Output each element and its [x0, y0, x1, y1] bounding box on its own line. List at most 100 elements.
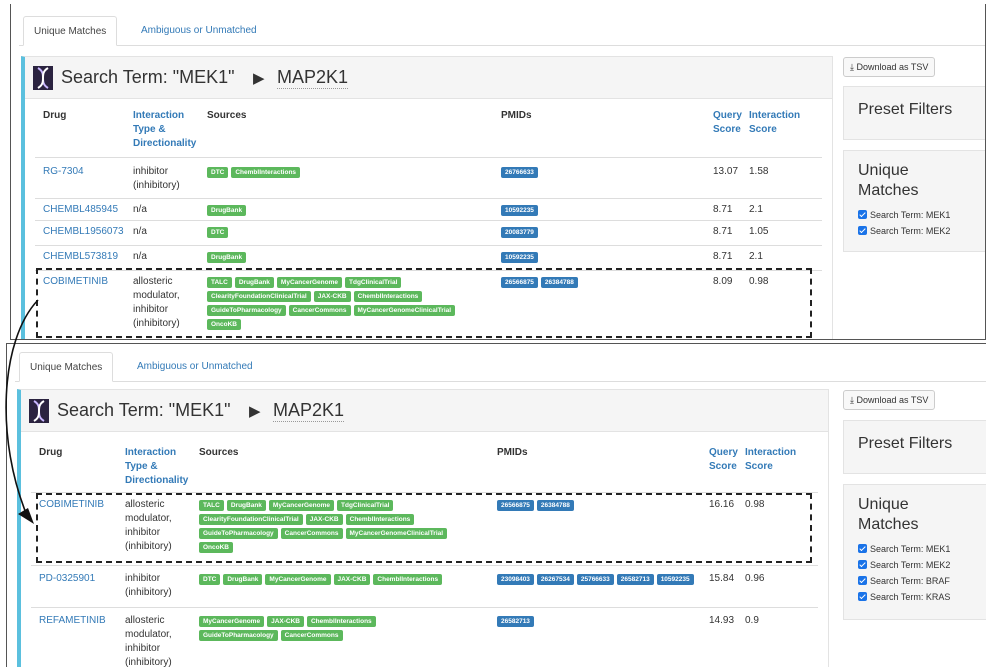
col-query-score[interactable]: Query Score: [713, 109, 742, 137]
source-badge[interactable]: DrugBank: [223, 574, 263, 585]
pmid-badge[interactable]: 26267534: [536, 574, 574, 585]
col-interaction-type[interactable]: Interaction Type & Directionality: [133, 109, 196, 151]
interaction-type: n/a: [133, 251, 147, 262]
query-score: 8.71: [713, 226, 733, 237]
col-pmids: PMIDs: [497, 447, 528, 458]
col-query-score[interactable]: Query Score: [709, 446, 738, 474]
row-divider: [31, 565, 818, 566]
filter-checkbox-mek1[interactable]: Search Term: MEK1: [858, 541, 950, 557]
source-badge[interactable]: DrugBank: [207, 252, 247, 263]
interaction-type: allosteric modulator, inhibitor (inhibitory…: [125, 615, 172, 667]
gene-link[interactable]: MAP2K1: [277, 67, 349, 89]
source-badges: DrugBank: [207, 252, 497, 263]
col-sources: Sources: [199, 447, 239, 458]
tab-ambiguous-unmatched[interactable]: Ambiguous or Unmatched: [131, 16, 267, 46]
interaction-score: 0.96: [745, 573, 765, 584]
checkbox-checked-icon: [858, 592, 867, 601]
row-divider: [35, 220, 822, 221]
drug-link[interactable]: CHEMBL573819: [43, 250, 118, 264]
search-term-title: Search Term: "MEK1": [57, 400, 231, 420]
download-tsv-button[interactable]: ⤓ Download as TSV: [843, 57, 936, 77]
highlight-box-bottom: [36, 493, 812, 563]
source-badge[interactable]: DrugBank: [207, 205, 247, 216]
query-score: 14.93: [709, 615, 735, 626]
source-badges: MyCancerGenome JAX-CKB ChemblInteraction…: [199, 616, 439, 641]
unique-matches-card: Unique Matches Search Term: MEK1 Search T…: [843, 484, 986, 620]
pmid-badge[interactable]: 25766633: [576, 574, 614, 585]
pmid-badge[interactable]: 26582713: [497, 616, 534, 627]
unique-matches-title: Unique Matches: [858, 496, 919, 533]
source-badge[interactable]: JAX-CKB: [333, 574, 371, 585]
preset-filters-title: Preset Filters: [858, 101, 953, 118]
source-badge[interactable]: MyCancerGenome: [265, 574, 331, 585]
source-badge[interactable]: DTC: [199, 574, 221, 585]
row-divider: [35, 157, 822, 158]
checkbox-checked-icon: [858, 576, 867, 585]
dna-icon: [29, 399, 49, 423]
col-interaction-score[interactable]: Interaction Score: [749, 109, 800, 137]
result-header: Search Term: "MEK1" ▶ MAP2K1: [25, 57, 832, 99]
pmid-badge[interactable]: 20083779: [501, 227, 538, 238]
source-badge[interactable]: ChemblInteractions: [231, 167, 301, 178]
tab-ambiguous-unmatched[interactable]: Ambiguous or Unmatched: [127, 352, 263, 382]
drug-link[interactable]: RG-7304: [43, 165, 84, 179]
col-interaction-score[interactable]: Interaction Score: [745, 446, 796, 474]
col-pmids: PMIDs: [501, 110, 532, 121]
checkbox-checked-icon: [858, 544, 867, 553]
drug-link[interactable]: CHEMBL1956073: [43, 225, 124, 239]
drug-link[interactable]: CHEMBL485945: [43, 203, 118, 217]
source-badge[interactable]: DTC: [207, 167, 229, 178]
tab-unique-matches[interactable]: Unique Matches: [23, 16, 118, 46]
pmid-badge[interactable]: 10592235: [501, 252, 538, 263]
search-term-title: Search Term: "MEK1": [61, 67, 235, 87]
source-badges: DTC DrugBank MyCancerGenome JAX-CKB Chem…: [199, 574, 495, 585]
query-score: 8.71: [713, 204, 733, 215]
interaction-type: n/a: [133, 226, 147, 237]
highlight-box-top: [36, 268, 812, 338]
source-badges: DTC ChemblInteractions: [207, 167, 497, 178]
play-arrow-icon: ▶: [253, 70, 265, 87]
source-badge[interactable]: CancerCommons: [280, 630, 343, 641]
source-badge[interactable]: MyCancerGenome: [199, 616, 265, 627]
source-badge[interactable]: ChemblInteractions: [373, 574, 443, 585]
pmid-badges: 10592235: [501, 252, 701, 263]
filter-checkbox-braf[interactable]: Search Term: BRAF: [858, 573, 950, 589]
source-badge[interactable]: DTC: [207, 227, 229, 238]
preset-filters-title: Preset Filters: [858, 435, 953, 452]
interaction-score: 0.9: [745, 615, 759, 626]
col-sources: Sources: [207, 110, 247, 121]
result-header: Search Term: "MEK1" ▶ MAP2K1: [21, 390, 828, 432]
filter-checkbox-mek2[interactable]: Search Term: MEK2: [858, 557, 950, 573]
tab-unique-matches[interactable]: Unique Matches: [19, 352, 114, 382]
dna-icon: [33, 66, 53, 90]
pmid-badge[interactable]: 23098403: [497, 574, 534, 585]
col-interaction-type[interactable]: Interaction Type & Directionality: [125, 446, 188, 488]
gene-link[interactable]: MAP2K1: [273, 400, 345, 422]
query-score: 8.71: [713, 251, 733, 262]
col-drug: Drug: [39, 447, 63, 458]
preset-filters-card: Preset Filters: [843, 420, 986, 474]
download-tsv-button[interactable]: ⤓ Download as TSV: [843, 390, 936, 410]
interaction-type: inhibitor (inhibitory): [125, 573, 172, 598]
interaction-type: n/a: [133, 204, 147, 215]
drug-link[interactable]: PD-0325901: [39, 572, 95, 586]
source-badge[interactable]: ChemblInteractions: [306, 616, 376, 627]
checkbox-checked-icon: [858, 210, 867, 219]
pmid-badge[interactable]: 10592235: [501, 205, 538, 216]
pmid-badge[interactable]: 26766633: [501, 167, 538, 178]
unique-matches-card: Unique Matches Search Term: MEK1 Search T…: [843, 150, 985, 252]
preset-filters-card: Preset Filters: [843, 86, 985, 140]
pmid-badge[interactable]: 10592235: [656, 574, 694, 585]
filter-checkbox-mek2[interactable]: Search Term: MEK2: [858, 223, 950, 239]
filter-checkbox-mek1[interactable]: Search Term: MEK1: [858, 207, 950, 223]
pmid-badge[interactable]: 26582713: [616, 574, 654, 585]
pmid-badges: 20083779: [501, 227, 701, 238]
filter-checkbox-kras[interactable]: Search Term: KRAS: [858, 589, 950, 605]
query-score: 13.07: [713, 166, 739, 177]
drug-link[interactable]: REFAMETINIB: [39, 614, 106, 628]
interaction-score: 1.58: [749, 166, 769, 177]
source-badge[interactable]: GuideToPharmacology: [199, 630, 278, 641]
pmid-badges: 23098403 26267534 25766633 26582713 1059…: [497, 574, 701, 585]
source-badge[interactable]: JAX-CKB: [267, 616, 304, 627]
row-divider: [31, 607, 818, 608]
